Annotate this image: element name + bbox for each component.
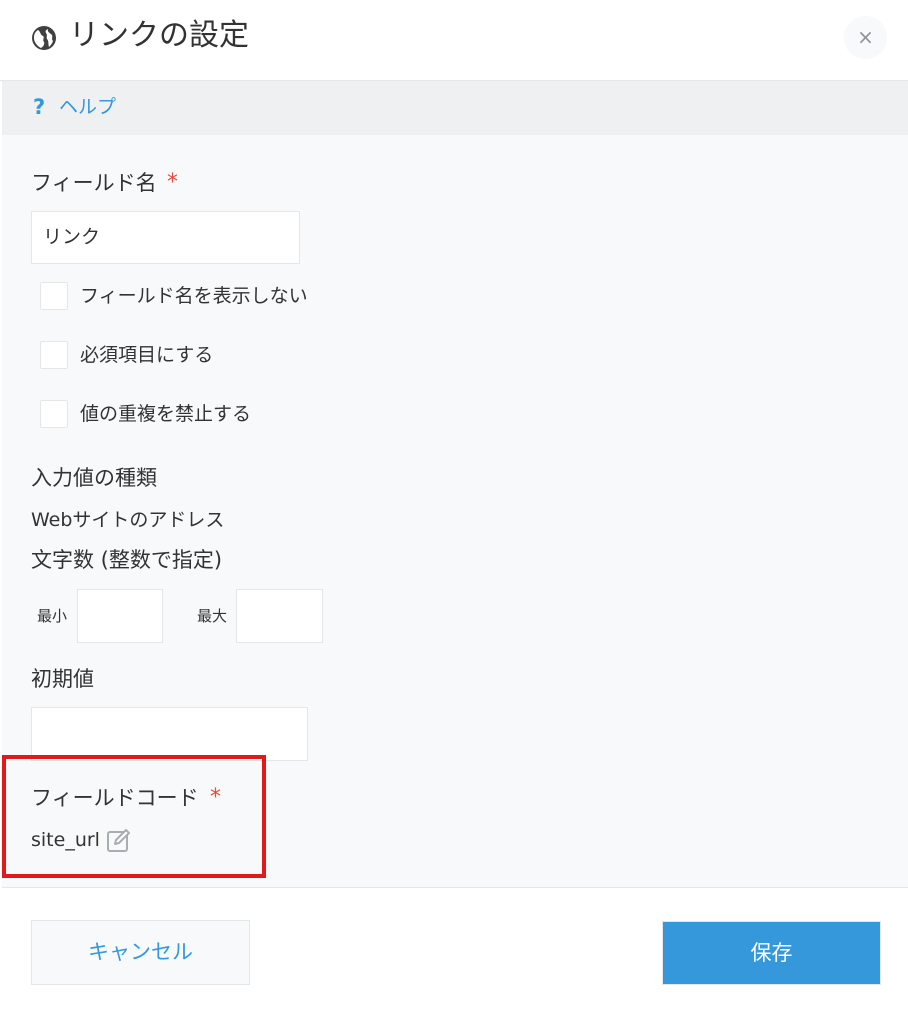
no-duplicates-checkbox[interactable]	[40, 400, 68, 428]
input-type-label: 入力値の種類	[31, 466, 157, 490]
pencil-icon[interactable]	[106, 827, 132, 853]
help-link[interactable]: ヘルプ	[59, 95, 116, 119]
dialog-title: リンクの設定	[69, 18, 249, 53]
save-button[interactable]: 保存	[662, 921, 881, 985]
field-code-value: site_url	[31, 829, 100, 851]
field-name-input[interactable]: リンク	[31, 211, 300, 264]
dialog-header: リンクの設定 ×	[0, 0, 908, 81]
no-duplicates-label[interactable]: 値の重複を禁止する	[80, 401, 251, 427]
field-name-label: フィールド名	[31, 171, 157, 195]
hide-field-name-label[interactable]: フィールド名を表示しない	[80, 283, 308, 309]
globe-icon	[32, 26, 56, 50]
field-name-required-mark: *	[167, 170, 178, 195]
help-bar: ? ヘルプ	[2, 81, 908, 135]
cancel-button[interactable]: キャンセル	[31, 920, 250, 985]
field-code-highlight	[2, 755, 266, 878]
required-label[interactable]: 必須項目にする	[80, 342, 213, 368]
close-button[interactable]: ×	[844, 16, 887, 59]
default-value-label: 初期値	[31, 667, 94, 691]
min-label: 最小	[37, 607, 68, 625]
default-value-input[interactable]	[31, 707, 308, 761]
max-label: 最大	[197, 607, 228, 625]
field-code-required-mark: *	[210, 785, 221, 810]
min-input[interactable]	[77, 589, 163, 643]
required-checkbox[interactable]	[40, 341, 68, 369]
char-count-label: 文字数 (整数で指定)	[31, 548, 223, 572]
hide-field-name-checkbox[interactable]	[40, 282, 68, 310]
max-input[interactable]	[236, 589, 323, 643]
help-icon[interactable]: ?	[33, 94, 45, 120]
field-code-label: フィールドコード	[31, 786, 199, 810]
input-type-value: Webサイトのアドレス	[31, 509, 225, 531]
